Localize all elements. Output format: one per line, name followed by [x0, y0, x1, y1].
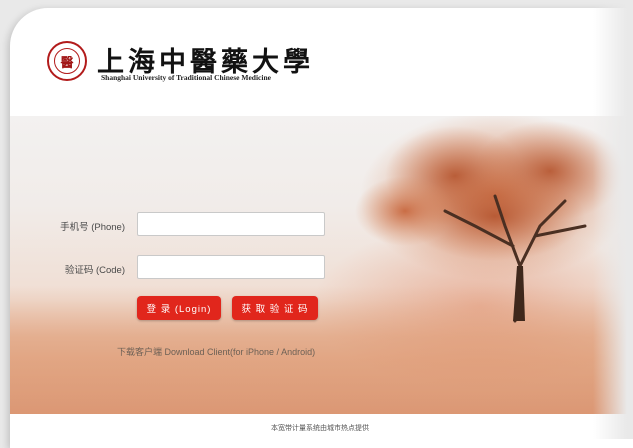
university-seal-icon: 醫	[47, 41, 87, 81]
seal-character: 醫	[60, 55, 74, 71]
university-logo: 醫 上海中醫藥大學 Shanghai University of Traditi…	[45, 32, 365, 92]
hero-background: 手机号 (Phone) 验证码 (Code) 登 录 (Login) 获 取 验…	[10, 116, 630, 414]
code-input[interactable]	[137, 255, 325, 279]
phone-label: 手机号 (Phone)	[60, 222, 125, 233]
phone-input[interactable]	[137, 212, 325, 236]
tree-illustration	[355, 116, 630, 323]
get-code-button[interactable]: 获 取 验 证 码	[232, 296, 318, 320]
footer-text: 本宽带计量系统由城市热点提供	[271, 425, 369, 432]
login-card: 醫 上海中醫藥大學 Shanghai University of Traditi…	[10, 8, 633, 448]
login-button[interactable]: 登 录 (Login)	[137, 296, 221, 320]
code-label: 验证码 (Code)	[64, 265, 125, 276]
university-name-en: Shanghai University of Traditional Chine…	[101, 73, 271, 82]
download-client-link[interactable]: 下载客户端 Download Client(for iPhone / Andro…	[117, 345, 315, 358]
